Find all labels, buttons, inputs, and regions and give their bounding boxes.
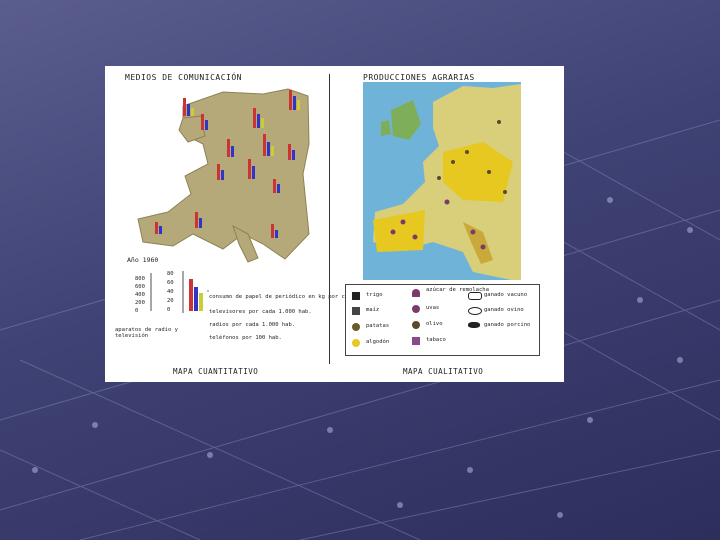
year-label: Año 1960: [127, 256, 159, 264]
legend-radio-tv-label: aparatos de radio y televisión: [115, 327, 178, 339]
cattle-icon: [468, 292, 482, 300]
legend-phones-label: teléfonos por 100 hab.: [209, 335, 282, 341]
potatoes-icon: [352, 323, 360, 331]
legend-tv-label: televisores por cada 1.000 hab.: [209, 309, 312, 315]
right-panel-title: PRODUCCIONES AGRARIAS: [363, 73, 475, 82]
right-panel-caption: MAPA CUALITATIVO: [403, 367, 484, 376]
grapes-icon: [412, 305, 420, 313]
tobacco-icon: [412, 337, 420, 345]
wheat-icon: [352, 292, 360, 300]
sheep-icon: [468, 307, 482, 315]
sugarbeet-icon: [412, 289, 420, 297]
olive-icon: [412, 321, 420, 329]
left-panel-title: MEDIOS DE COMUNICACIÓN: [125, 73, 242, 82]
europe-qualitative-map: [363, 82, 521, 280]
corn-icon: [352, 307, 360, 315]
crops-legend: trigo maíz patatas algodón azúcar de rem…: [345, 284, 540, 356]
pig-icon: [468, 322, 480, 328]
scanned-maps-image: MEDIOS DE COMUNICACIÓN Año 1960 800 600 …: [105, 66, 564, 382]
panel-divider: [329, 74, 330, 364]
europe-quantitative-map: [137, 88, 310, 263]
cotton-icon: [352, 339, 360, 347]
legend-radio-label: radios por cada 1.000 hab.: [209, 322, 296, 328]
left-panel-caption: MAPA CUANTITATIVO: [173, 367, 259, 376]
